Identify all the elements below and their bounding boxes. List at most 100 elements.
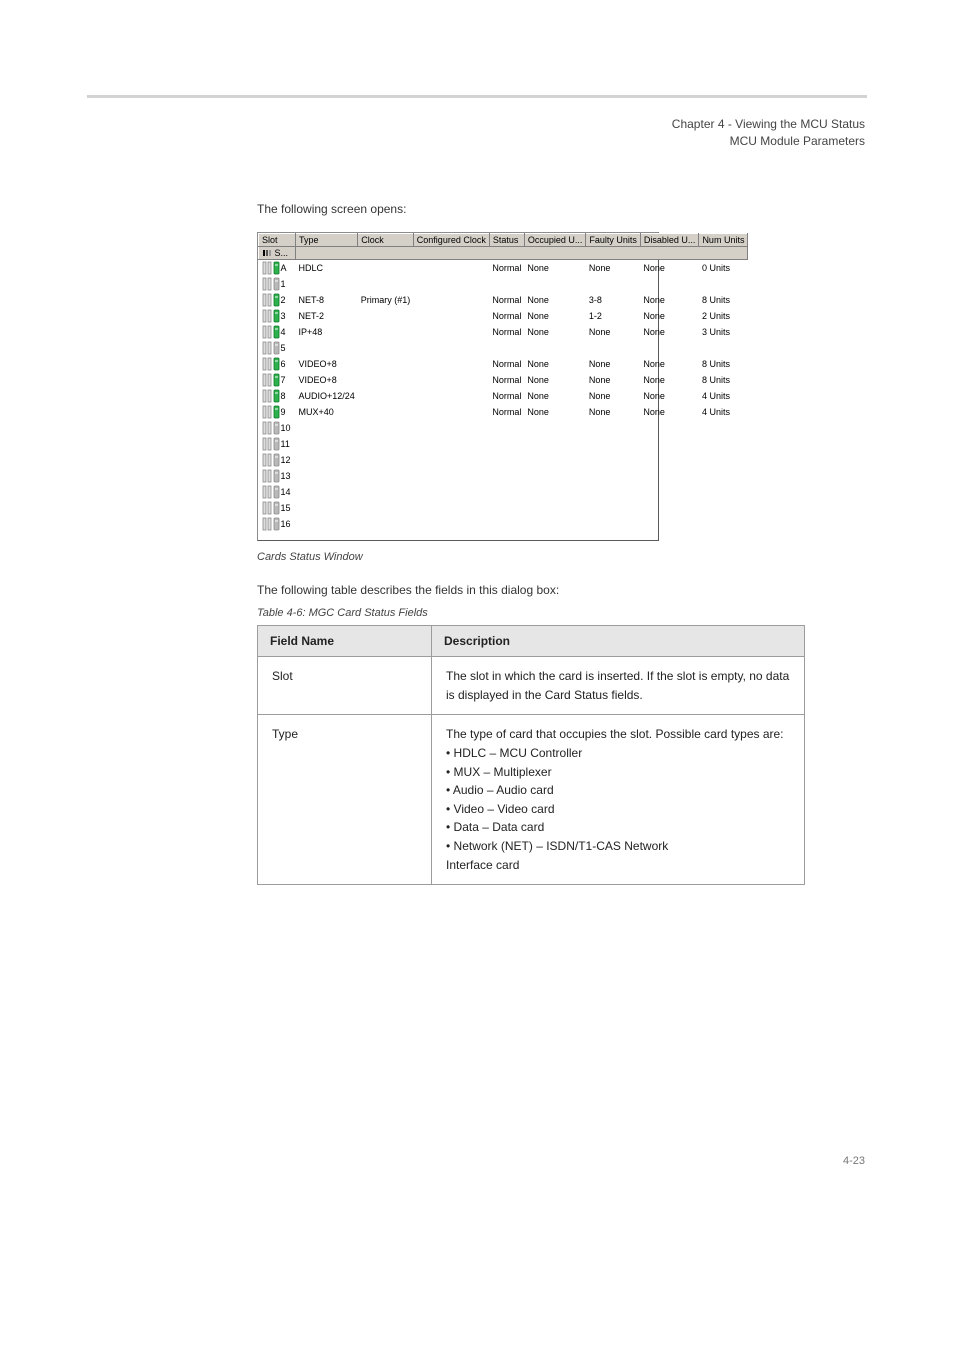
cell-faulty: 3-8 [586, 292, 641, 308]
cell-num [699, 452, 748, 468]
cell-clock [358, 452, 414, 468]
slot-label: 1 [281, 279, 293, 289]
cell-disabled [640, 484, 699, 500]
fields-intro: The following table describes the fields… [257, 583, 887, 597]
cell-status [489, 452, 524, 468]
cell-type [296, 340, 358, 356]
cell-occupied: None [524, 388, 586, 404]
card-icon [262, 277, 280, 291]
cell-occupied: None [524, 260, 586, 277]
section-title: MCU Module Parameters [67, 133, 865, 150]
cell-slot: 5 [259, 340, 296, 356]
cell-clock [358, 516, 414, 532]
cell-disabled [640, 452, 699, 468]
cell-configured-clock [413, 452, 489, 468]
cell-slot: 11 [259, 436, 296, 452]
slot-label: 8 [281, 391, 293, 401]
cell-slot: 15 [259, 500, 296, 516]
cell-num: 0 Units [699, 260, 748, 277]
cell-occupied [524, 340, 586, 356]
cell-slot: 6 [259, 356, 296, 372]
cell-num: 3 Units [699, 324, 748, 340]
cell-occupied [524, 276, 586, 292]
table-row[interactable]: 7 VIDEO+8 Normal None None None 8 Units [259, 372, 748, 388]
cell-num [699, 500, 748, 516]
col-description: Description [432, 626, 805, 657]
sort-slot[interactable]: S... [259, 246, 296, 260]
cell-status [489, 516, 524, 532]
card-icon [262, 389, 280, 403]
cell-status [489, 436, 524, 452]
cell-num [699, 276, 748, 292]
cell-configured-clock [413, 388, 489, 404]
col-disabled[interactable]: Disabled U... [640, 233, 699, 246]
cell-configured-clock [413, 340, 489, 356]
table-row[interactable]: 3 NET-2 Normal None 1-2 None 2 Units [259, 308, 748, 324]
col-status[interactable]: Status [489, 233, 524, 246]
cell-num [699, 340, 748, 356]
cell-disabled: None [640, 388, 699, 404]
table-row[interactable]: 9 MUX+40 Normal None None None 4 Units [259, 404, 748, 420]
cell-disabled: None [640, 404, 699, 420]
cell-faulty: 1-2 [586, 308, 641, 324]
cell-status [489, 468, 524, 484]
col-occupied[interactable]: Occupied U... [524, 233, 586, 246]
col-type[interactable]: Type [296, 233, 358, 246]
cell-slot: 1 [259, 276, 296, 292]
cell-num [699, 484, 748, 500]
cell-type [296, 484, 358, 500]
cell-configured-clock [413, 516, 489, 532]
card-icon [262, 341, 280, 355]
table-row[interactable]: A HDLC Normal None None None 0 Units [259, 260, 748, 277]
cell-clock [358, 404, 414, 420]
table-row[interactable]: 8 AUDIO+12/24 Normal None None None 4 Un… [259, 388, 748, 404]
col-clock[interactable]: Clock [358, 233, 414, 246]
col-slot[interactable]: Slot [259, 233, 296, 246]
cell-configured-clock [413, 356, 489, 372]
col-num[interactable]: Num Units [699, 233, 748, 246]
table-row[interactable]: 13 [259, 468, 748, 484]
cell-disabled: None [640, 260, 699, 277]
cell-disabled [640, 436, 699, 452]
table-row[interactable]: 15 [259, 500, 748, 516]
card-icon [262, 485, 280, 499]
table-row[interactable]: 2 NET-8 Primary (#1) Normal None 3-8 Non… [259, 292, 748, 308]
cell-num [699, 436, 748, 452]
field-description-table: Field Name Description SlotThe slot in w… [257, 625, 805, 885]
table-row[interactable]: 10 [259, 420, 748, 436]
cell-num: 8 Units [699, 356, 748, 372]
slot-label: 2 [281, 295, 293, 305]
cell-faulty [586, 484, 641, 500]
table-row[interactable]: 14 [259, 484, 748, 500]
cell-faulty [586, 452, 641, 468]
cell-occupied: None [524, 356, 586, 372]
cell-disabled: None [640, 356, 699, 372]
cell-configured-clock [413, 276, 489, 292]
cell-occupied [524, 436, 586, 452]
cell-disabled: None [640, 308, 699, 324]
cell-type [296, 276, 358, 292]
cell-type: MUX+40 [296, 404, 358, 420]
cell-configured-clock [413, 436, 489, 452]
table-row[interactable]: 11 [259, 436, 748, 452]
card-icon [262, 325, 280, 339]
cell-disabled [640, 276, 699, 292]
table-row[interactable]: 16 [259, 516, 748, 532]
table-row[interactable]: 6 VIDEO+8 Normal None None None 8 Units [259, 356, 748, 372]
table-row[interactable]: 4 IP+48 Normal None None None 3 Units [259, 324, 748, 340]
cell-status: Normal [489, 404, 524, 420]
page-header: Chapter 4 - Viewing the MCU Status MCU M… [67, 116, 887, 151]
col-faulty[interactable]: Faulty Units [586, 233, 641, 246]
cell-num [699, 468, 748, 484]
cell-type: NET-2 [296, 308, 358, 324]
cell-faulty [586, 340, 641, 356]
table-row[interactable]: 1 [259, 276, 748, 292]
table-row[interactable]: 12 [259, 452, 748, 468]
table-row[interactable]: 5 [259, 340, 748, 356]
cell-configured-clock [413, 500, 489, 516]
col-configured-clock[interactable]: Configured Clock [413, 233, 489, 246]
cell-status [489, 484, 524, 500]
table-row: TypeThe type of card that occupies the s… [258, 715, 805, 885]
card-icon [262, 261, 280, 275]
cell-disabled: None [640, 292, 699, 308]
